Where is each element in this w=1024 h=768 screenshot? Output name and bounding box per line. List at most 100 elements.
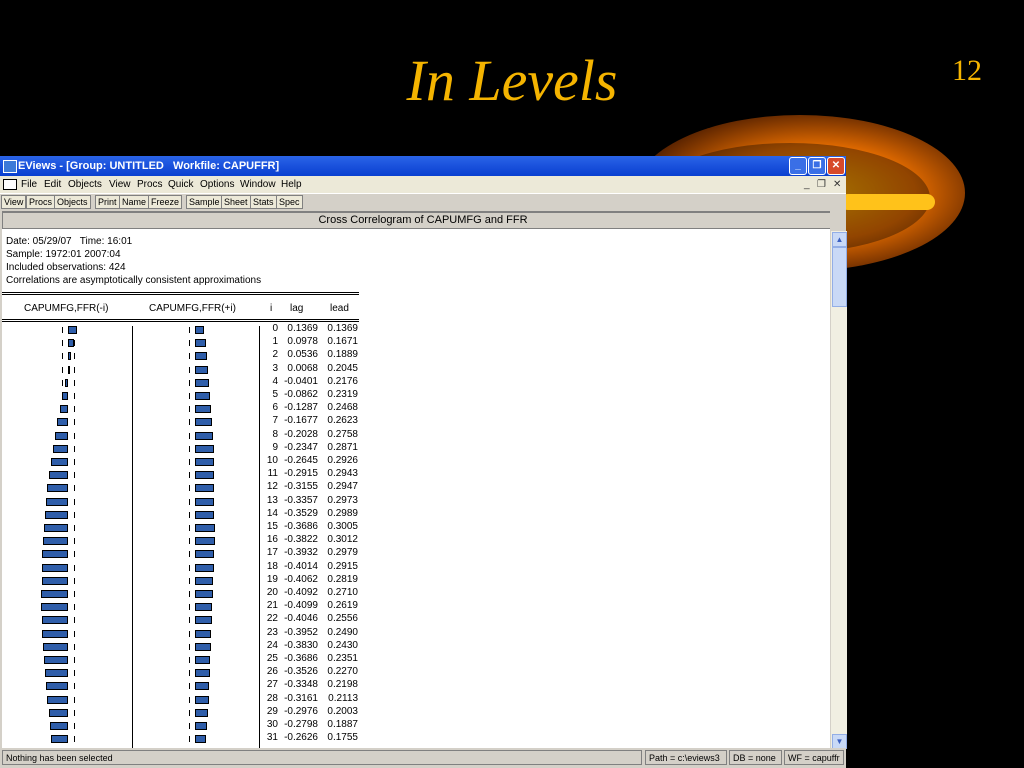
lag-index-cell: 13 [266, 494, 278, 506]
confidence-mark [189, 379, 190, 386]
lag-index-cell: 1 [272, 336, 278, 348]
toolbar-stats-button[interactable]: Stats [250, 195, 277, 209]
lag-index-cell: 9 [272, 441, 278, 453]
confidence-mark [74, 393, 75, 399]
lag-value-cell: -0.4046 [284, 613, 318, 625]
menu-help[interactable]: Help [281, 176, 302, 193]
lag-value-cell: -0.2028 [284, 428, 318, 440]
lead-correlation-bar [195, 458, 215, 466]
lead-correlation-bar [195, 590, 213, 598]
lead-correlation-bar [195, 682, 210, 691]
menu-edit[interactable]: Edit [44, 176, 61, 193]
menu-procs[interactable]: Procs [137, 176, 163, 193]
menu-objects[interactable]: Objects [68, 176, 102, 193]
lag-correlation-bar [41, 603, 68, 612]
confidence-mark [74, 604, 75, 611]
confidence-mark [74, 630, 75, 637]
lead-correlation-bar [195, 497, 215, 506]
lag-value-cell: -0.0401 [284, 375, 318, 387]
scroll-up-arrow[interactable]: ▲ [832, 232, 847, 247]
lead-value-cell: 0.2926 [327, 455, 358, 466]
lag-value-cell: -0.2645 [284, 455, 318, 466]
menu-window[interactable]: Window [240, 176, 276, 193]
mdi-minimize-button[interactable]: _ [804, 176, 810, 193]
vertical-scrollbar[interactable]: ▲ ▼ [830, 231, 847, 749]
lead-value-cell: 0.2973 [327, 494, 358, 506]
lag-correlation-bar [47, 484, 68, 493]
confidence-mark [189, 340, 190, 347]
toolbar-print-button[interactable]: Print [95, 195, 120, 209]
lag-index-cell: 23 [266, 626, 278, 638]
lead-correlation-bar [195, 405, 212, 414]
toolbar-objects-button[interactable]: Objects [54, 195, 91, 209]
menu-options[interactable]: Options [200, 176, 234, 193]
menu-file[interactable]: File [21, 176, 37, 193]
scroll-thumb[interactable] [832, 247, 847, 307]
mdi-close-button[interactable]: ✕ [833, 176, 841, 193]
lag-correlation-bar [57, 418, 68, 427]
lag-correlation-bar [49, 722, 68, 730]
menu-view[interactable]: View [109, 176, 131, 193]
lag-index-cell: 28 [266, 692, 278, 704]
lead-correlation-bar [195, 392, 211, 400]
menu-bar: File Edit Objects View Procs Quick Optio… [0, 176, 846, 194]
lag-value-cell: -0.3526 [284, 666, 318, 678]
window-titlebar[interactable]: EViews - [Group: UNTITLED Workfile: CAPU… [0, 156, 846, 176]
lead-correlation-bar [195, 339, 206, 348]
confidence-mark [189, 353, 190, 360]
confidence-mark [189, 604, 190, 611]
lag-correlation-bar [68, 339, 75, 348]
toolbar-view-button[interactable]: View [1, 195, 27, 209]
mdi-restore-button[interactable]: ❐ [817, 176, 826, 193]
lead-value-cell: 0.2947 [327, 481, 358, 493]
lag-value-cell: -0.3161 [284, 692, 318, 704]
lag-correlation-bar [50, 458, 68, 466]
status-db: DB = none [729, 750, 782, 765]
confidence-mark [74, 683, 75, 690]
menu-quick[interactable]: Quick [168, 176, 194, 193]
lag-correlation-bar [41, 576, 68, 585]
toolbar-freeze-button[interactable]: Freeze [148, 195, 183, 209]
lead-value-cell: 0.2270 [327, 666, 358, 678]
confidence-mark [189, 406, 190, 413]
lag-value-cell: -0.3529 [284, 507, 318, 519]
lead-value-cell: 0.2979 [327, 547, 358, 559]
close-button[interactable]: ✕ [827, 157, 845, 175]
confidence-mark [74, 736, 75, 743]
confidence-mark [189, 683, 190, 690]
minimize-button[interactable]: _ [789, 157, 807, 175]
toolbar-spec-button[interactable]: Spec [276, 195, 303, 209]
table-rule-mid2 [2, 321, 359, 322]
toolbar-sheet-button[interactable]: Sheet [221, 195, 251, 209]
toolbar-name-button[interactable]: Name [119, 195, 150, 209]
confidence-mark [189, 366, 190, 373]
toolbar-sample-button[interactable]: Sample [186, 195, 223, 209]
graph-separator-1 [132, 326, 133, 749]
confidence-mark [74, 459, 75, 465]
lead-value-cell: 0.2943 [327, 468, 358, 480]
lead-value-cell: 0.1755 [327, 732, 358, 744]
confidence-mark [189, 591, 190, 597]
lead-correlation-bar [195, 444, 214, 453]
confidence-mark [189, 498, 190, 505]
lag-correlation-bar [46, 497, 68, 506]
lag-correlation-bar [68, 352, 72, 361]
confidence-mark [74, 525, 75, 531]
confidence-mark [74, 591, 75, 597]
lag-value-cell: -0.3348 [284, 679, 318, 691]
confidence-mark [62, 366, 63, 373]
info-observations: Included observations: 424 [6, 262, 126, 273]
confidence-mark [74, 379, 75, 386]
scroll-down-arrow[interactable]: ▼ [832, 734, 847, 749]
document-icon[interactable] [3, 179, 17, 190]
lag-value-cell: -0.3830 [284, 639, 318, 651]
lag-value-cell: -0.3686 [284, 653, 318, 664]
lead-correlation-bar [195, 550, 215, 559]
lag-index-cell: 8 [272, 428, 278, 440]
toolbar-procs-button[interactable]: Procs [26, 195, 56, 209]
table-rule-top [2, 292, 359, 293]
lead-value-cell: 0.2758 [327, 428, 358, 440]
lag-correlation-bar [65, 378, 68, 387]
maximize-button[interactable]: ❐ [808, 157, 826, 175]
confidence-mark [189, 564, 190, 571]
